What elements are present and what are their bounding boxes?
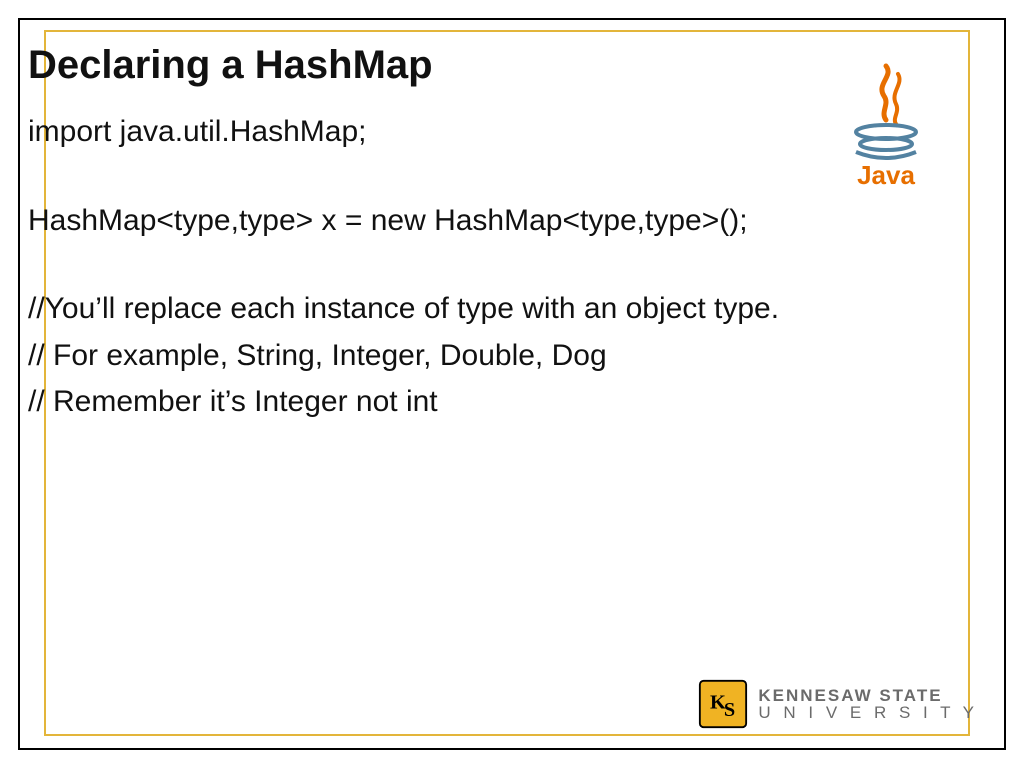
ksu-wordmark: KENNESAW STATE U N I V E R S I T Y [758, 687, 978, 721]
java-logo-icon: Java [836, 62, 936, 192]
svg-text:S: S [724, 699, 735, 721]
comment-line-1: //You’ll replace each instance of type w… [28, 289, 996, 330]
ksu-shield-icon: K S [698, 679, 748, 729]
ksu-logo: K S KENNESAW STATE U N I V E R S I T Y [658, 676, 978, 732]
ksu-wordmark-line2: U N I V E R S I T Y [758, 704, 978, 721]
ksu-wordmark-line1: KENNESAW STATE [758, 687, 978, 704]
java-wordmark: Java [857, 160, 915, 190]
comment-line-2: // For example, String, Integer, Double,… [28, 336, 996, 377]
slide-content: Java Declaring a HashMap import java.uti… [28, 22, 996, 746]
code-line-2: HashMap<type,type> x = new HashMap<type,… [28, 201, 996, 242]
comment-line-3: // Remember it’s Integer not int [28, 382, 996, 423]
